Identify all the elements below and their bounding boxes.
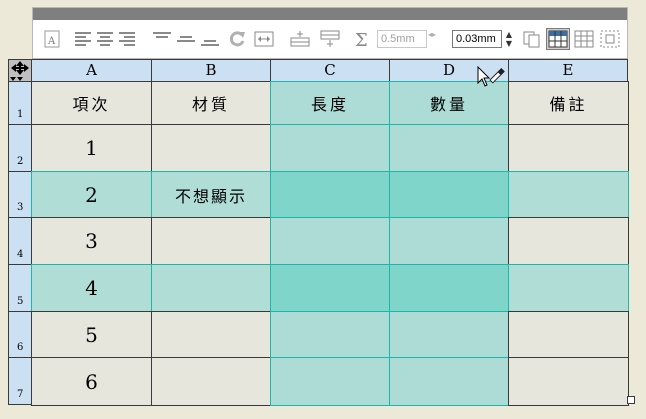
cell-material-row-2[interactable] <box>151 124 271 172</box>
cell-quantity-row-5[interactable] <box>389 264 509 312</box>
mouse-cursor <box>476 65 508 102</box>
row-header-3[interactable]: 3 <box>8 171 32 218</box>
cell-remarks-row-6[interactable] <box>508 311 629 358</box>
table-resize-handle[interactable] <box>627 396 635 404</box>
header-cell-material[interactable]: 材質 <box>151 81 271 125</box>
header-cell-remarks[interactable]: 備註 <box>508 81 629 125</box>
cell-length-row-4[interactable] <box>270 217 390 265</box>
cell-material-row-5[interactable] <box>151 264 271 312</box>
cell-item-row-4[interactable]: 3 <box>31 217 152 265</box>
cell-text: 3 <box>85 229 98 253</box>
cell-text: 1 <box>85 136 98 160</box>
cell-text: 5 <box>85 322 98 347</box>
header-label: 備註 <box>549 95 588 114</box>
cell-material-row-4[interactable] <box>151 217 271 265</box>
row-header-2[interactable]: 2 <box>8 124 32 172</box>
spreadsheet-table: A B C D E 1 2 3 4 5 6 7 項次 材質 長度 數量 備註 1 2 不想顯示… <box>0 0 646 419</box>
header-label: 材質 <box>191 95 230 114</box>
row-header-5[interactable]: 5 <box>8 264 32 312</box>
cell-remarks-row-3[interactable] <box>508 171 629 218</box>
row-number: 6 <box>17 342 24 353</box>
cell-length-row-3[interactable] <box>270 171 390 218</box>
move-icon <box>10 61 29 81</box>
column-header-e[interactable]: E <box>508 59 628 82</box>
header-cell-length[interactable]: 長度 <box>270 81 390 125</box>
cell-quantity-row-4[interactable] <box>389 217 509 265</box>
cell-length-row-6[interactable] <box>270 311 390 358</box>
cell-remarks-row-2[interactable] <box>508 124 629 172</box>
cell-text: 2 <box>85 182 98 207</box>
row-header-7[interactable]: 7 <box>8 357 32 405</box>
header-label: 長度 <box>310 95 349 114</box>
row-number: 4 <box>17 249 24 260</box>
cell-length-row-7[interactable] <box>270 357 390 406</box>
cell-item-row-2[interactable]: 1 <box>31 124 152 172</box>
cell-quantity-row-3[interactable] <box>389 171 509 218</box>
cell-material-row-6[interactable] <box>151 311 271 358</box>
cell-remarks-row-4[interactable] <box>508 217 629 265</box>
column-header-c[interactable]: C <box>270 59 390 82</box>
column-header-a[interactable]: A <box>31 59 152 82</box>
column-header-b[interactable]: B <box>151 59 271 82</box>
cell-text: 4 <box>85 276 98 300</box>
cell-quantity-row-6[interactable] <box>389 311 509 358</box>
row-number: 2 <box>17 156 24 167</box>
cell-quantity-row-2[interactable] <box>389 124 509 172</box>
cell-length-row-5[interactable] <box>270 264 390 312</box>
cell-remarks-row-7[interactable] <box>508 357 629 406</box>
cell-text: 不想顯示 <box>174 186 247 206</box>
cell-length-row-2[interactable] <box>270 124 390 172</box>
row-header-6[interactable]: 6 <box>8 311 32 358</box>
header-label: 項次 <box>72 95 111 114</box>
cell-material-row-7[interactable] <box>151 357 271 406</box>
pointer-with-pen-icon <box>477 65 505 87</box>
cell-item-row-6[interactable]: 5 <box>31 311 152 358</box>
row-header-1[interactable]: 1 <box>8 81 32 125</box>
row-number: 3 <box>17 202 24 213</box>
cell-item-row-7[interactable]: 6 <box>31 357 152 406</box>
header-cell-item[interactable]: 項次 <box>31 81 152 125</box>
cell-text: 6 <box>85 369 98 394</box>
cell-item-row-3[interactable]: 2 <box>31 171 152 218</box>
cell-material-row-3[interactable]: 不想顯示 <box>151 171 271 218</box>
row-header-4[interactable]: 4 <box>8 217 32 265</box>
header-label: 數量 <box>429 95 468 114</box>
table-move-handle[interactable] <box>8 59 32 82</box>
cell-quantity-row-7[interactable] <box>389 357 509 406</box>
row-number: 7 <box>17 389 24 400</box>
cell-remarks-row-5[interactable] <box>508 264 629 312</box>
row-number: 1 <box>17 109 24 120</box>
row-number: 5 <box>17 296 24 307</box>
cell-item-row-5[interactable]: 4 <box>31 264 152 312</box>
